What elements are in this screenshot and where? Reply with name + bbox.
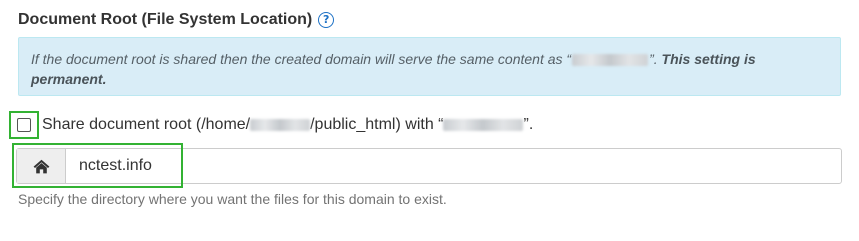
share-document-root-label[interactable]: Share document root (/home/ /public_html)… [42, 116, 533, 134]
checkbox-highlight [9, 111, 39, 139]
share-document-root-checkbox[interactable] [17, 118, 31, 132]
home-icon [33, 159, 49, 173]
redacted-username [250, 118, 311, 131]
question-circle-icon[interactable]: ? [318, 12, 335, 28]
document-root-input-group [16, 148, 842, 184]
section-title: Document Root (File System Location) [18, 11, 313, 28]
home-addon [17, 149, 66, 183]
document-root-input[interactable] [66, 149, 841, 183]
info-alert: If the document root is shared then the … [18, 37, 841, 96]
share-label-prefix: Share document root (/home/ [42, 116, 251, 133]
document-root-heading: Document Root (File System Location) ? [18, 9, 335, 31]
info-text-after: ”. [649, 51, 658, 67]
document-root-help-text: Specify the directory where you want the… [18, 191, 447, 207]
share-label-middle: /public_html) with “ [310, 116, 444, 133]
redacted-main-domain [443, 118, 524, 131]
redacted-domain [572, 54, 649, 67]
share-label-suffix: ”. [523, 116, 534, 133]
info-text-before: If the document root is shared then the … [31, 51, 572, 67]
share-document-root-row: Share document root (/home/ /public_html)… [9, 111, 533, 139]
